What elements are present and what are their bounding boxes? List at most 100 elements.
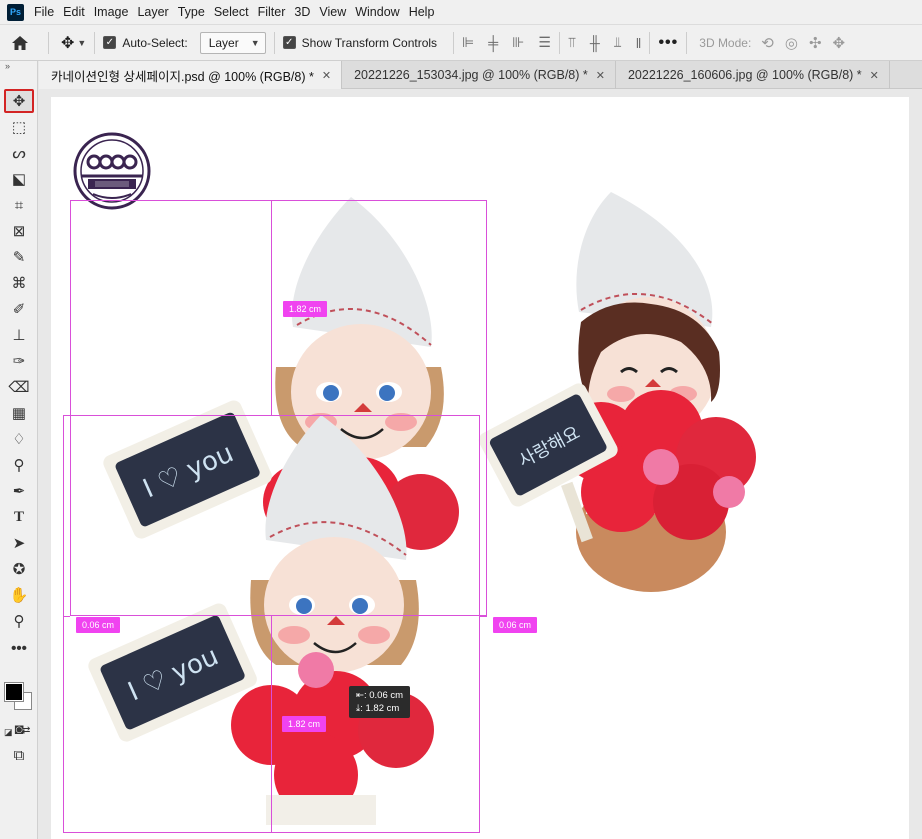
path-select-tool[interactable]: ➤ [4,531,34,555]
healing-tool[interactable]: ⌘ [4,271,34,295]
distribute-icon[interactable]: ☰ [538,34,551,51]
divider [686,31,688,54]
pen-tool[interactable]: ✒ [4,479,34,503]
history-brush-icon: ✑ [12,353,26,370]
tools-panel: » ✥ ⬚ ᔕ ⬕ ⌗ ⊠ ✎ ⌘ ✐ ⊥ ✑ ⌫ ▦ ♢ ⚲ ✒ T ➤ ✪ … [0,61,38,839]
more-tools[interactable]: ••• [4,636,34,660]
measure-badge-top: 1.82 cm [283,301,328,317]
tab-document-3[interactable]: 20221226_160606.jpg @ 100% (RGB/8) * ✕ [616,61,890,89]
menu-help[interactable]: Help [409,5,443,19]
quick-mask-button[interactable]: ◙ [4,717,34,741]
more-tools-icon: ••• [11,639,27,657]
move-tool-preset-picker[interactable]: ✥ ▼ [57,33,86,53]
object-select-icon: ⬕ [11,171,27,188]
tab-document-1[interactable]: 카네이션인형 상세페이지.psd @ 100% (RGB/8) * ✕ [39,61,343,89]
close-icon[interactable]: ✕ [596,69,605,82]
measure-tooltip: ⇤: 0.06 cm ⤓: 1.82 cm [349,686,411,718]
menu-bar: Ps File Edit Image Layer Type Select Fil… [0,0,922,24]
blur-tool[interactable]: ♢ [4,427,34,451]
hand-tool[interactable]: ✋ [4,583,34,607]
marquee-tool[interactable]: ⬚ [4,115,34,139]
show-transform-checkbox[interactable]: ✓ [282,36,296,49]
collapse-panel-icon[interactable]: » [0,61,37,73]
auto-select-value: Layer [208,35,239,50]
tooltip-vertical-value: 1.82 cm [365,703,400,714]
tooltip-horizontal-value: 0.06 cm [369,690,404,701]
frame-tool[interactable]: ⊠ [4,219,34,243]
3d-mode-label: 3D Mode: [699,35,752,50]
object-select-tool[interactable]: ⬕ [4,167,34,191]
3d-mode-buttons: ⟲ ◎ ✣ ✥ [761,34,845,52]
distribute-vertical-icon[interactable]: ‖ [636,35,642,51]
move-tool[interactable]: ✥ [4,89,34,113]
screen-mode-icon: ⧉ [13,746,25,764]
lasso-icon: ᔕ [12,145,26,162]
align-center-icon[interactable]: ╪ [488,35,498,51]
measure-line-left [63,616,70,617]
brush-icon: ✐ [12,301,26,318]
align-buttons: ⊫ ╪ ⊪ ☰ [462,34,551,51]
align-middle-icon[interactable]: ╫ [590,35,600,51]
menu-file[interactable]: File [34,5,62,19]
align-bottom-icon[interactable]: ⫫ [614,34,622,51]
eyedropper-tool[interactable]: ✎ [4,245,34,269]
divider [94,31,96,54]
type-tool[interactable]: T [4,505,34,529]
chevron-down-icon: ▼ [77,37,87,48]
divider [558,31,560,54]
menu-filter[interactable]: Filter [258,5,294,19]
home-icon[interactable] [0,25,40,61]
history-brush-tool[interactable]: ✑ [4,349,34,373]
hand-icon: ✋ [9,587,29,604]
menu-select[interactable]: Select [214,5,257,19]
orbit-icon[interactable]: ⟲ [761,34,774,52]
lasso-tool[interactable]: ᔕ [4,141,34,165]
menu-layer[interactable]: Layer [137,5,176,19]
eraser-tool[interactable]: ⌫ [4,375,34,399]
gradient-tool[interactable]: ▦ [4,401,34,425]
dodge-icon: ⚲ [13,457,25,474]
brush-tool[interactable]: ✐ [4,297,34,321]
align-left-icon[interactable]: ⊫ [462,34,474,51]
align-top-icon[interactable]: ⫪ [568,34,576,51]
align-right-icon[interactable]: ⊪ [512,34,524,51]
menu-type[interactable]: Type [178,5,213,19]
foreground-color-swatch[interactable] [4,682,24,702]
shape-icon: ✪ [12,561,26,578]
stamp-icon: ⊥ [12,327,26,344]
stamp-tool[interactable]: ⊥ [4,323,34,347]
divider [453,31,455,54]
menu-window[interactable]: Window [355,5,407,19]
menu-view[interactable]: View [319,5,354,19]
slide-icon[interactable]: ✥ [833,34,846,52]
move-icon: ✥ [12,93,26,110]
healing-icon: ⌘ [11,275,27,292]
crop-icon: ⌗ [14,196,24,214]
menu-image[interactable]: Image [94,5,137,19]
pan-icon[interactable]: ✣ [809,34,822,52]
options-bar: ✥ ▼ ✓ Auto-Select: Layer ▼ ✓ Show Transfo… [0,24,922,61]
roll-icon[interactable]: ◎ [785,34,798,52]
auto-select-checkbox[interactable]: ✓ [103,36,117,49]
document-tabs: 카네이션인형 상세페이지.psd @ 100% (RGB/8) * ✕ 2022… [39,61,922,89]
dodge-tool[interactable]: ⚲ [4,453,34,477]
measure-badge-left: 0.06 cm [76,617,121,633]
auto-select-dropdown[interactable]: Layer ▼ [199,31,266,54]
vertical-arrow-icon: ⤓: [356,703,363,714]
document-canvas[interactable]: 사랑해요 I ♡ you I ♡ you 1.82 cm 0.06 cm 0.0… [51,97,909,839]
measure-line-top [271,200,272,415]
close-icon[interactable]: ✕ [322,69,331,82]
menu-3d[interactable]: 3D [294,5,318,19]
tab-document-2[interactable]: 20221226_153034.jpg @ 100% (RGB/8) * ✕ [342,61,616,89]
more-options-icon[interactable]: ••• [658,34,678,52]
zoom-tool[interactable]: ⚲ [4,609,34,633]
tab-label: 카네이션인형 상세페이지.psd @ 100% (RGB/8) * [51,69,314,84]
align-vertical-buttons: ⫪ ╫ ⫫ ‖ [568,34,642,51]
doll-pot-image: 사랑해요 [478,192,756,592]
screen-mode-button[interactable]: ⧉ [4,743,34,767]
tab-label: 20221226_153034.jpg @ 100% (RGB/8) * [354,68,588,82]
close-icon[interactable]: ✕ [870,69,879,82]
crop-tool[interactable]: ⌗ [4,193,34,217]
menu-edit[interactable]: Edit [63,5,93,19]
shape-tool[interactable]: ✪ [4,557,34,581]
